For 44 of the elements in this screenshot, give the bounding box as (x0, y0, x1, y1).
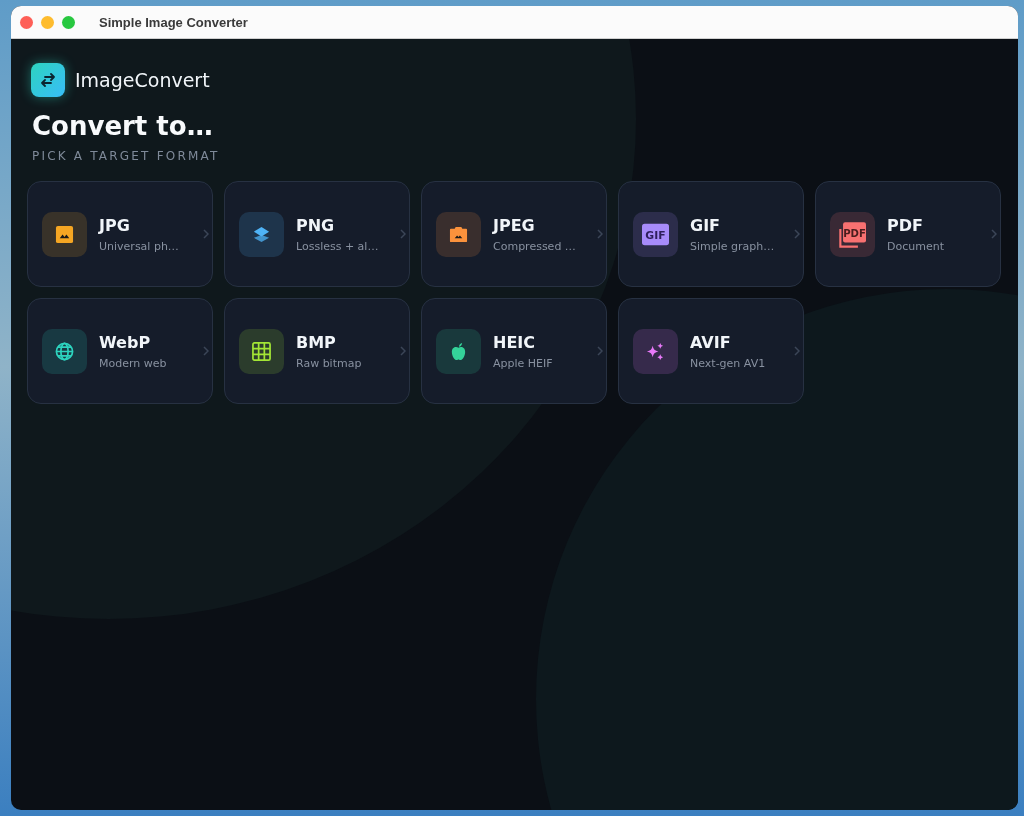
format-card[interactable]: GIF GIF Simple graph… (618, 181, 804, 287)
zoom-button[interactable] (62, 15, 75, 29)
format-name: WebP (99, 332, 152, 352)
format-description: Next-gen AV1 (690, 356, 767, 370)
chevron-right-icon (203, 346, 209, 356)
swap-arrows-logo-icon (31, 63, 65, 97)
format-name: GIF (690, 215, 721, 235)
chevron-right-icon (400, 229, 406, 239)
format-description: Universal ph… (99, 239, 180, 253)
format-description: Raw bitmap (296, 356, 363, 370)
format-card[interactable]: HEIC Apple HEIF (421, 298, 607, 404)
chevron-right-icon (203, 229, 209, 239)
format-card[interactable]: PDF PDF Document (815, 181, 1001, 287)
format-description: Apple HEIF (493, 356, 554, 370)
chevron-right-icon (597, 346, 603, 356)
format-description: Modern web (99, 356, 168, 370)
format-card[interactable]: PNG Lossless + al… (224, 181, 410, 287)
format-name: HEIC (493, 332, 536, 352)
chevron-right-icon (597, 229, 603, 239)
format-card[interactable]: AVIF Next-gen AV1 (618, 298, 804, 404)
format-name: PNG (296, 215, 336, 235)
format-description: Document (887, 239, 945, 253)
minimize-button[interactable] (41, 15, 54, 29)
chevron-right-icon (400, 346, 406, 356)
format-name: BMP (296, 332, 337, 352)
format-name: AVIF (690, 332, 732, 352)
chevron-right-icon (794, 229, 800, 239)
format-description: Simple graph… (690, 239, 776, 253)
app-name: ImageConvert (75, 69, 210, 91)
format-card[interactable]: WebP Modern web (27, 298, 213, 404)
window-title: Simple Image Converter (99, 14, 248, 30)
page-subheading: PICK A TARGET FORMAT (32, 149, 221, 163)
format-description: Compressed … (493, 239, 577, 253)
format-card[interactable]: BMP Raw bitmap (224, 298, 410, 404)
format-card[interactable]: JPG Universal ph… (27, 181, 213, 287)
format-name: PDF (887, 215, 924, 235)
format-name: JPG (99, 215, 131, 235)
format-card[interactable]: JPEG Compressed … (421, 181, 607, 287)
chevron-right-icon (991, 229, 997, 239)
close-button[interactable] (20, 15, 33, 29)
format-name: JPEG (493, 215, 536, 235)
page-heading: Convert to… (32, 111, 214, 141)
chevron-right-icon (794, 346, 800, 356)
format-description: Lossless + al… (296, 239, 380, 253)
